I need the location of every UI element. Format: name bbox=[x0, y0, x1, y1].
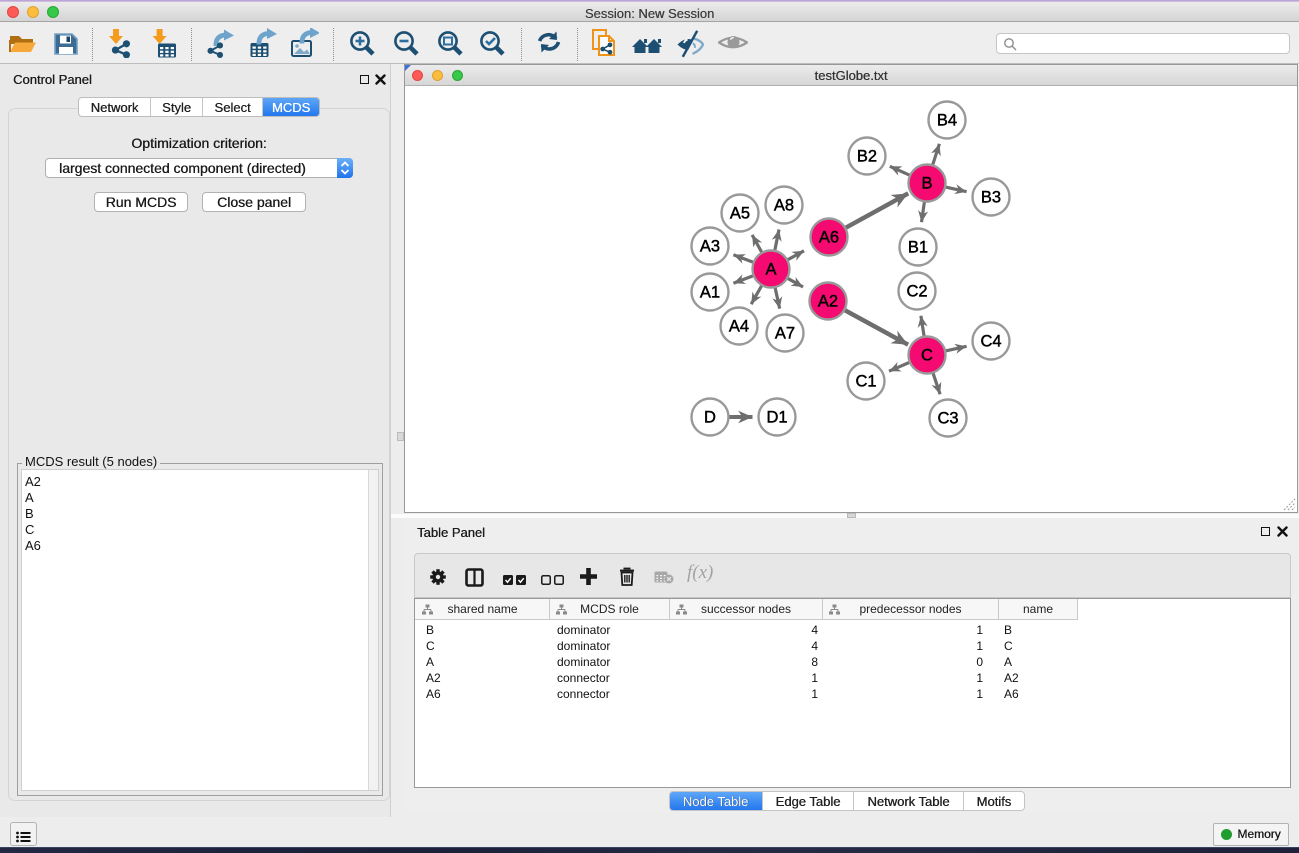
svg-text:B4: B4 bbox=[937, 112, 957, 130]
svg-text:D: D bbox=[704, 409, 716, 427]
svg-text:A3: A3 bbox=[700, 238, 720, 256]
svg-text:B2: B2 bbox=[857, 148, 877, 166]
svg-text:C3: C3 bbox=[937, 410, 958, 428]
svg-text:A8: A8 bbox=[774, 197, 794, 215]
svg-text:A6: A6 bbox=[819, 229, 839, 247]
svg-text:A2: A2 bbox=[818, 293, 838, 311]
svg-text:D1: D1 bbox=[766, 409, 787, 427]
svg-text:A: A bbox=[765, 261, 776, 279]
svg-text:B3: B3 bbox=[981, 189, 1001, 207]
svg-text:C2: C2 bbox=[906, 283, 927, 301]
svg-text:B1: B1 bbox=[908, 239, 928, 257]
svg-text:A5: A5 bbox=[730, 205, 750, 223]
svg-text:C: C bbox=[921, 347, 933, 365]
svg-text:C1: C1 bbox=[855, 373, 876, 391]
svg-text:C4: C4 bbox=[980, 333, 1001, 351]
svg-text:A1: A1 bbox=[700, 284, 720, 302]
svg-text:B: B bbox=[921, 175, 932, 193]
svg-text:A7: A7 bbox=[775, 325, 795, 343]
svg-text:A4: A4 bbox=[729, 318, 749, 336]
